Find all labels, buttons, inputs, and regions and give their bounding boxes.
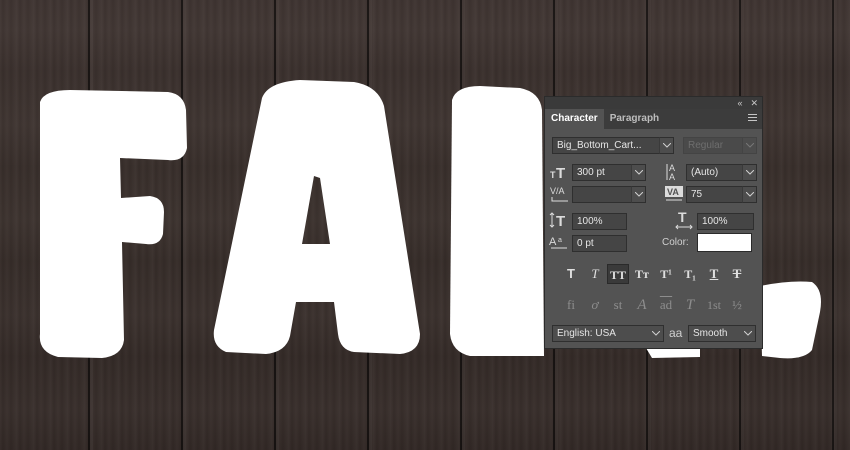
font-size-field[interactable]: 300 pt <box>572 164 632 181</box>
leading-icon: A A <box>666 163 675 182</box>
letter-a <box>213 80 420 354</box>
leading-dropdown[interactable] <box>742 164 757 181</box>
swash-button[interactable]: A <box>631 295 653 315</box>
chevron-down-icon <box>744 331 752 336</box>
svg-text:A: A <box>669 172 675 182</box>
kerning-field[interactable] <box>572 186 632 203</box>
kerning-dropdown[interactable] <box>631 186 646 203</box>
kerning-icon: V/A <box>550 186 568 202</box>
svg-text:VA: VA <box>667 187 679 197</box>
letter-f <box>39 90 188 358</box>
chevron-down-icon <box>663 143 671 148</box>
svg-text:T: T <box>678 210 687 225</box>
svg-text:V/A: V/A <box>550 186 565 196</box>
baseline-shift-icon: A a <box>549 236 567 249</box>
strikethrough-button[interactable]: T <box>726 264 748 284</box>
discretionary-ligatures-button[interactable]: ơ <box>584 295 606 315</box>
collapse-icon[interactable]: « <box>737 97 742 109</box>
all-caps-button[interactable]: TT <box>607 264 629 284</box>
vertical-scale-field[interactable]: 100% <box>572 213 627 230</box>
antialias-dropdown[interactable] <box>741 325 756 342</box>
tracking-icon: VA <box>665 186 683 201</box>
tab-character[interactable]: Character <box>545 109 604 129</box>
tab-paragraph[interactable]: Paragraph <box>604 109 665 129</box>
letter-l <box>450 86 544 356</box>
color-label: Color: <box>662 237 689 248</box>
chevron-down-icon <box>746 170 754 175</box>
font-size-icon: T T <box>550 165 565 180</box>
chevron-down-icon <box>652 331 660 336</box>
font-style-dropdown[interactable] <box>742 137 757 154</box>
panel-tabs: Character Paragraph <box>545 109 762 129</box>
chevron-down-icon <box>746 192 754 197</box>
horizontal-scale-icon: T <box>675 210 693 230</box>
language-dropdown[interactable] <box>649 325 664 342</box>
language-select[interactable]: English: USA <box>552 325 650 342</box>
letter-l-2-base <box>646 348 700 358</box>
chevron-down-icon <box>635 170 643 175</box>
font-size-dropdown[interactable] <box>631 164 646 181</box>
antialias-select[interactable]: Smooth <box>688 325 744 342</box>
font-family-dropdown[interactable] <box>659 137 674 154</box>
old-style-button[interactable]: st <box>607 295 629 315</box>
svg-text:T: T <box>556 213 565 229</box>
font-family-field[interactable]: Big_Bottom_Cart... <box>552 137 660 154</box>
vertical-scale-icon: T <box>549 212 565 229</box>
fractions-button[interactable]: ½ <box>726 295 748 315</box>
character-panel: « ✕ Character Paragraph Big_Bottom_Cart.… <box>544 96 763 349</box>
horizontal-scale-field[interactable]: 100% <box>697 213 754 230</box>
superscript-button[interactable]: T¹ <box>655 264 677 284</box>
baseline-shift-field[interactable]: 0 pt <box>572 235 627 252</box>
titling-button[interactable]: T <box>679 295 701 315</box>
letter-l-2 <box>760 281 821 359</box>
ordinals-button[interactable]: 1st <box>703 295 725 315</box>
stylistic-alternates-button[interactable]: ad <box>655 295 677 315</box>
faux-bold-button[interactable]: T <box>560 264 582 284</box>
underline-button[interactable]: T <box>703 264 725 284</box>
faux-italic-button[interactable]: T <box>584 264 606 284</box>
subscript-button[interactable]: T₁ <box>679 264 701 284</box>
ligatures-button[interactable]: fi <box>560 295 582 315</box>
antialias-icon: aa <box>669 326 683 340</box>
chevron-down-icon <box>635 192 643 197</box>
chevron-down-icon <box>746 143 754 148</box>
leading-field[interactable]: (Auto) <box>686 164 743 181</box>
tracking-dropdown[interactable] <box>742 186 757 203</box>
color-swatch[interactable] <box>697 233 752 252</box>
close-icon[interactable]: ✕ <box>750 97 758 109</box>
tracking-field[interactable]: 75 <box>686 186 743 203</box>
small-caps-button[interactable]: Tт <box>631 264 653 284</box>
svg-text:a: a <box>558 237 562 244</box>
svg-text:T: T <box>556 165 565 180</box>
svg-text:A: A <box>549 236 557 248</box>
font-style-field[interactable]: Regular <box>683 137 743 154</box>
panel-menu-icon[interactable] <box>748 114 757 122</box>
panel-titlebar: « ✕ <box>545 97 762 109</box>
